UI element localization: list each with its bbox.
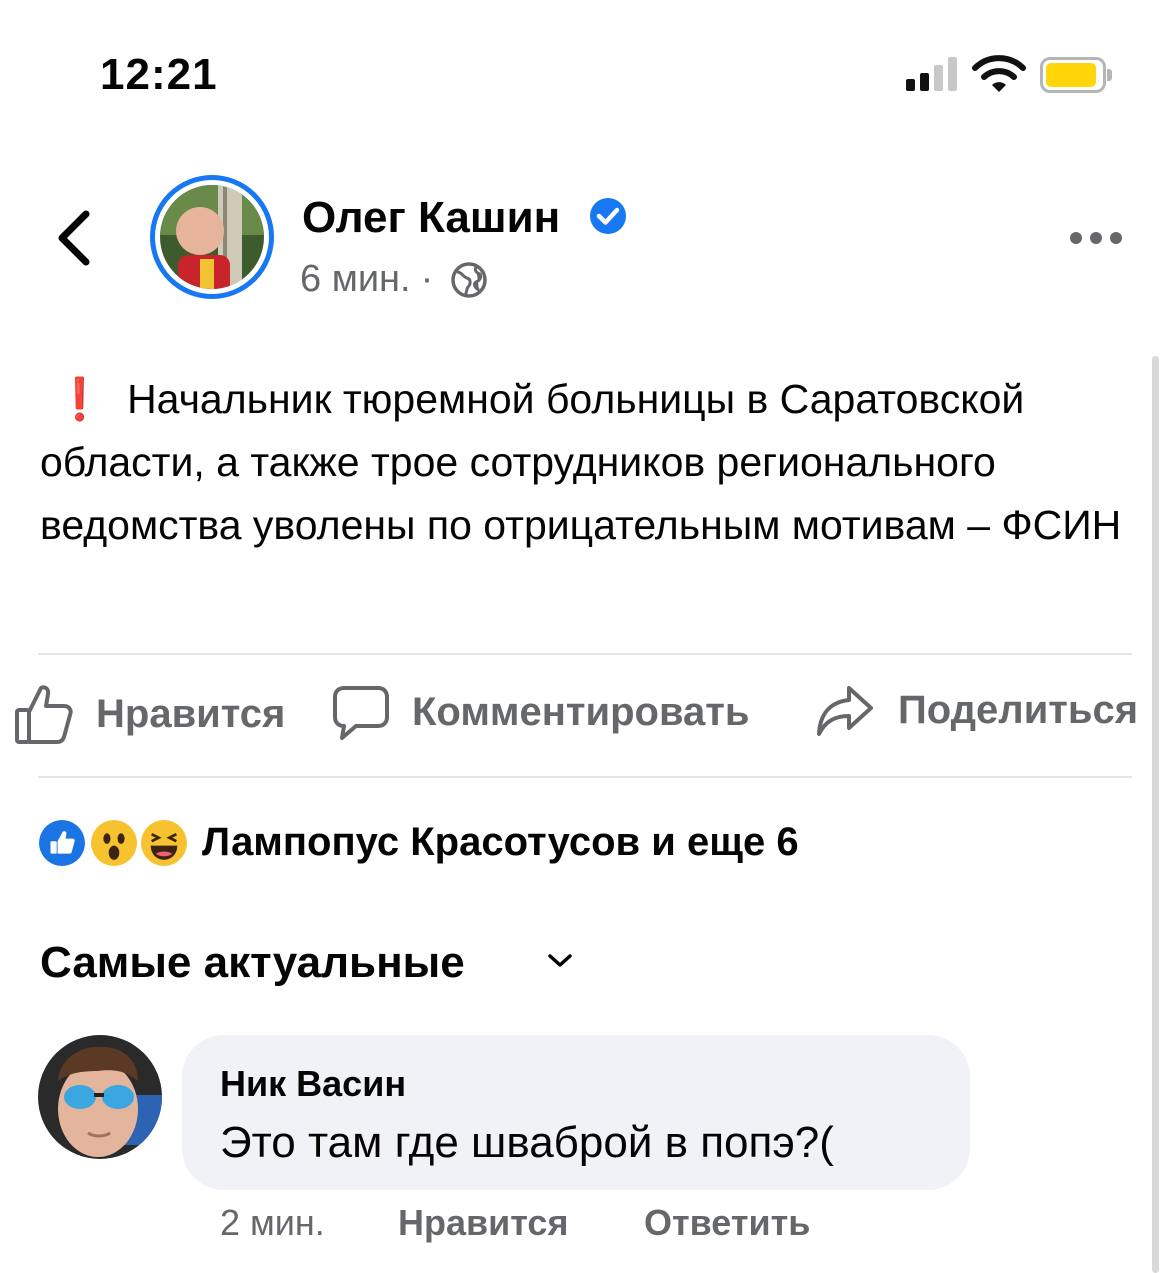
author-name[interactable]: Олег Кашин xyxy=(302,193,560,243)
comment-label: Комментировать xyxy=(412,689,750,734)
reactions-summary-text[interactable]: Лампопус Красотусов и еще 6 xyxy=(202,820,799,865)
comment-reply-button[interactable]: Ответить xyxy=(644,1202,810,1244)
post-meta: 6 мин. · xyxy=(300,258,489,301)
wow-reaction-icon xyxy=(88,817,140,869)
exclamation-emoji: ❗ xyxy=(54,376,106,422)
more-options-icon[interactable] xyxy=(1068,226,1124,250)
post-body: Начальник тюремной больницы в Саратовско… xyxy=(40,376,1122,548)
back-chevron-icon[interactable] xyxy=(52,208,96,268)
scrollbar[interactable] xyxy=(1152,356,1159,1273)
divider-bottom xyxy=(38,776,1132,778)
wifi-icon xyxy=(972,55,1026,92)
verified-badge-icon xyxy=(590,198,626,234)
battery-icon xyxy=(1040,57,1112,93)
like-button[interactable]: Нравится xyxy=(14,682,285,746)
comment-author[interactable]: Ник Васин xyxy=(220,1063,406,1105)
share-label: Поделиться xyxy=(898,687,1139,732)
chevron-down-icon[interactable] xyxy=(544,950,576,972)
divider-top xyxy=(38,653,1132,655)
cellular-signal-icon xyxy=(906,57,960,91)
like-reaction-icon xyxy=(36,817,88,869)
comment-like-button[interactable]: Нравится xyxy=(398,1202,568,1244)
status-time: 12:21 xyxy=(100,50,218,99)
commenter-avatar[interactable] xyxy=(38,1035,162,1159)
share-arrow-icon xyxy=(817,686,873,736)
haha-reaction-icon xyxy=(138,817,190,869)
thumbs-up-icon xyxy=(15,685,73,744)
comment-text: Это там где шваброй в попэ?( xyxy=(220,1118,834,1167)
post-time[interactable]: 6 мин. xyxy=(300,258,411,301)
comments-sort-label[interactable]: Самые актуальные xyxy=(40,938,465,988)
like-label: Нравится xyxy=(96,691,286,736)
author-avatar[interactable] xyxy=(150,175,274,299)
comment-bubble-icon xyxy=(333,686,389,740)
share-button[interactable]: Поделиться xyxy=(816,682,1138,738)
meta-separator: · xyxy=(420,258,434,300)
comment-button[interactable]: Комментировать xyxy=(332,682,749,742)
comment-time: 2 мин. xyxy=(220,1202,325,1243)
post-text: ❗ Начальник тюремной больницы в Саратовск… xyxy=(40,368,1140,557)
globe-icon xyxy=(451,261,487,298)
